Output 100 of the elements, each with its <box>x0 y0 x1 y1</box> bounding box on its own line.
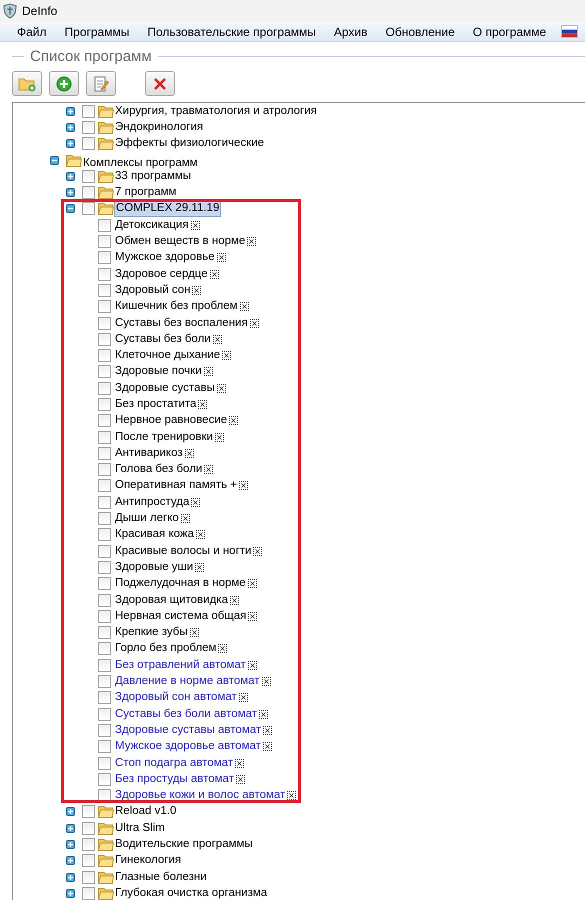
tree-expander-icon[interactable] <box>66 888 75 898</box>
remove-icon[interactable] <box>235 758 244 768</box>
tree-item-label[interactable]: Нервная система общая <box>114 608 248 624</box>
add-button[interactable] <box>49 71 79 96</box>
remove-icon[interactable] <box>184 448 194 458</box>
tree-item-label[interactable]: Горло без проблем <box>114 641 218 656</box>
remove-icon[interactable] <box>262 742 272 752</box>
tree-item-label[interactable]: Дыши легко <box>114 511 180 526</box>
tree-item-label[interactable]: Голова без боли <box>114 462 204 478</box>
checkbox[interactable] <box>98 284 111 297</box>
remove-icon[interactable] <box>239 481 248 490</box>
checkbox[interactable] <box>82 186 95 200</box>
tree-expander-icon[interactable] <box>66 204 75 214</box>
checkbox[interactable] <box>82 870 95 884</box>
tree-item-label[interactable]: Без простуды автомат <box>114 772 235 787</box>
checkbox[interactable] <box>98 235 111 248</box>
checkbox[interactable] <box>98 512 111 526</box>
checkbox[interactable] <box>82 202 95 216</box>
remove-icon[interactable] <box>195 562 204 572</box>
checkbox[interactable] <box>98 708 111 721</box>
tree-item-label[interactable]: Хирургия, травматология и атрология <box>114 104 318 119</box>
tree-item-label[interactable]: Обмен веществ в норме <box>114 234 246 250</box>
tree-item-label[interactable]: Здоровый сон автомат <box>114 690 238 706</box>
checkbox[interactable] <box>98 268 111 281</box>
remove-icon[interactable] <box>230 596 239 605</box>
delete-button[interactable] <box>145 71 175 96</box>
tree-item-label[interactable]: Стоп подагра автомат <box>114 756 234 771</box>
menu-item[interactable]: Обновление <box>376 24 464 38</box>
tree-item-label[interactable]: Крепкие зубы <box>114 625 189 640</box>
remove-icon[interactable] <box>263 726 272 735</box>
checkbox[interactable] <box>82 822 95 835</box>
remove-icon[interactable] <box>216 384 226 393</box>
tree-item-label[interactable]: 7 программ <box>114 185 178 200</box>
menu-item[interactable]: Архив <box>324 24 376 38</box>
tree-item-label[interactable]: Красивые волосы и ногти <box>114 544 252 559</box>
tree-item-label[interactable]: Ultra Slim <box>114 820 166 836</box>
tree-expander-icon[interactable] <box>66 872 75 882</box>
remove-icon[interactable] <box>190 220 200 230</box>
tree-item-label[interactable]: Клеточное дыхание <box>114 348 222 364</box>
checkbox[interactable] <box>98 316 111 330</box>
tree-item-label[interactable]: Здоровое сердце <box>114 266 209 282</box>
checkbox[interactable] <box>98 479 111 492</box>
remove-icon[interactable] <box>204 465 214 474</box>
checkbox[interactable] <box>98 365 111 378</box>
checkbox[interactable] <box>82 170 95 183</box>
tree-item-label[interactable]: Давление в норме автомат <box>114 674 261 690</box>
remove-icon[interactable] <box>229 416 238 426</box>
checkbox[interactable] <box>98 398 111 411</box>
remove-icon[interactable] <box>218 644 228 654</box>
tree-item-label[interactable]: Без отравлений автомат <box>114 658 247 673</box>
tree-item-label[interactable]: Здоровье кожи и волос автомат <box>114 788 286 804</box>
remove-icon[interactable] <box>214 432 224 442</box>
remove-icon[interactable] <box>248 579 257 588</box>
tree-item-label[interactable]: Эндокринология <box>114 120 204 135</box>
tree-item-label[interactable]: Красивая кожа <box>114 527 195 542</box>
remove-icon[interactable] <box>212 334 222 344</box>
checkbox[interactable] <box>82 854 95 868</box>
checkbox[interactable] <box>82 805 95 818</box>
remove-icon[interactable] <box>196 530 205 540</box>
tree-item-label[interactable]: Здоровые уши <box>114 560 194 575</box>
checkbox[interactable] <box>98 446 111 460</box>
tree-item-label[interactable]: Здоровая щитовидка <box>114 592 229 608</box>
menu-item[interactable]: О программе <box>464 24 556 38</box>
tree-expander-icon[interactable] <box>66 807 75 816</box>
checkbox[interactable] <box>98 251 111 264</box>
tree-expander-icon[interactable] <box>66 122 75 132</box>
checkbox[interactable] <box>98 496 111 509</box>
remove-icon[interactable] <box>262 677 271 686</box>
remove-icon[interactable] <box>180 514 190 524</box>
checkbox[interactable] <box>98 463 111 476</box>
tree-item-label[interactable]: Без простатита <box>114 396 198 412</box>
tree-item-label[interactable]: Антипростуда <box>114 494 190 510</box>
remove-icon[interactable] <box>248 660 257 670</box>
remove-icon[interactable] <box>222 351 232 360</box>
tree-item-label[interactable]: Здоровый сон <box>114 282 192 298</box>
tree-item-label[interactable]: Нервное равновесие <box>114 413 228 428</box>
checkbox[interactable] <box>98 642 111 656</box>
menu-item[interactable]: Файл <box>8 24 56 38</box>
remove-icon[interactable] <box>253 546 262 556</box>
checkbox[interactable] <box>98 675 111 688</box>
checkbox[interactable] <box>98 740 111 754</box>
checkbox[interactable] <box>98 610 111 623</box>
remove-icon[interactable] <box>247 237 256 246</box>
remove-icon[interactable] <box>198 400 208 409</box>
tree-item-label[interactable]: После тренировки <box>114 430 214 445</box>
remove-icon[interactable] <box>240 302 249 312</box>
tree-expander-icon[interactable] <box>66 824 75 833</box>
checkbox[interactable] <box>98 724 111 737</box>
tree-item-label[interactable]: Антиварикоз <box>114 446 184 461</box>
checkbox[interactable] <box>98 658 111 672</box>
tree-item-label[interactable]: Здоровые почки <box>114 364 203 380</box>
remove-icon[interactable] <box>236 774 245 784</box>
checkbox[interactable] <box>82 104 95 118</box>
checkbox[interactable] <box>98 382 111 395</box>
tree-expander-icon[interactable] <box>66 106 75 116</box>
tree-item-label[interactable]: Гинекология <box>114 853 182 868</box>
tree-item-label[interactable]: Кишечник без проблем <box>114 299 239 314</box>
checkbox[interactable] <box>98 772 111 786</box>
tree-expander-icon[interactable] <box>66 840 75 849</box>
tree-item-label[interactable]: Водительские программы <box>114 837 254 852</box>
